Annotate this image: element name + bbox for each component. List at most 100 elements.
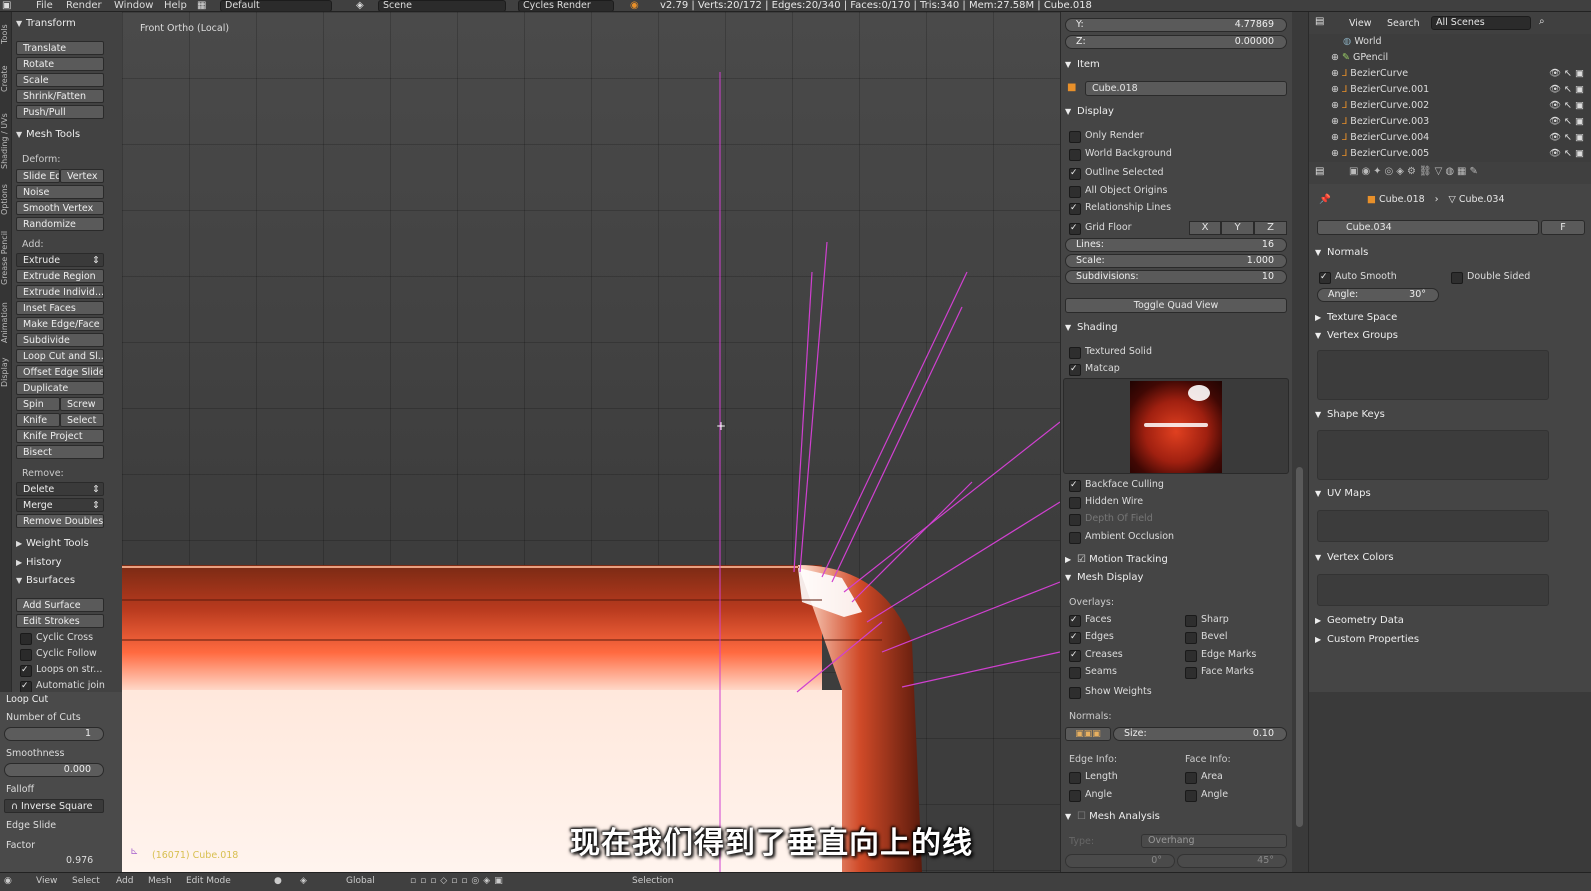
make-edge-face-button[interactable]: Make Edge/Face [16,317,104,331]
menu-view[interactable]: View [36,876,57,886]
select-mode-icons[interactable]: ▫▫▫◇▫▫◎◈▣ [410,876,507,886]
texture-space-header[interactable]: ▶ Texture Space [1315,310,1397,326]
visibility-eye-icon[interactable]: 👁 ↖ ▣ [1549,130,1584,146]
knife-select-button[interactable]: Select [60,413,104,427]
display-header[interactable]: ▼ Display [1065,105,1287,119]
orientation-selector[interactable]: Global [346,876,375,886]
uv-maps-list[interactable] [1317,510,1549,542]
all-object-origins-checkbox[interactable]: All Object Origins [1069,184,1167,198]
noise-button[interactable]: Noise [16,185,104,199]
menu-help[interactable]: Help [164,0,187,11]
tab-create[interactable]: Create [0,56,12,102]
matcap-checkbox[interactable]: Matcap [1069,362,1120,376]
extrude-region-button[interactable]: Extrude Region [16,269,104,283]
motion-tracking-header[interactable]: ▶ ☑ Motion Tracking [1065,553,1287,567]
backface-culling-checkbox[interactable]: Backface Culling [1069,478,1164,492]
location-y-field[interactable]: Y: 4.77869 [1065,18,1287,32]
render-engine-selector[interactable]: Cycles Render [518,0,614,11]
fake-user-button[interactable]: F [1541,220,1585,235]
subdivide-button[interactable]: Subdivide [16,333,104,347]
vertex-colors-header[interactable]: ▼ Vertex Colors [1315,550,1394,566]
expand-plus-icon[interactable]: ⊕ [1331,84,1342,95]
slide-edge-button[interactable]: Slide Ed [16,169,60,183]
double-sided-checkbox[interactable]: Double Sided [1451,270,1530,284]
mesh-name-field[interactable]: Cube.034 [1317,220,1539,235]
falloff-selector[interactable]: ∩ Inverse Square [4,799,104,813]
screw-button[interactable]: Screw [60,397,104,411]
edges-checkbox[interactable]: Edges [1069,630,1114,644]
sidebar-scrollbar[interactable] [1294,12,1306,872]
menu-window[interactable]: Window [114,0,153,11]
scale-button[interactable]: Scale [16,73,104,87]
edit-strokes-button[interactable]: Edit Strokes [16,614,104,628]
toggle-quad-view-button[interactable]: Toggle Quad View [1065,298,1287,313]
outliner-item-beziercurve-002[interactable]: ⊕ ⅃ BezierCurve.002 👁 ↖ ▣ [1309,98,1591,114]
vertex-colors-list[interactable] [1317,574,1549,606]
smooth-vertex-button[interactable]: Smooth Vertex [16,201,104,215]
grid-lines-field[interactable]: Lines: 16 [1065,238,1287,252]
shading-header[interactable]: ▼ Shading [1065,321,1287,335]
ambient-occlusion-checkbox[interactable]: Ambient Occlusion [1069,530,1174,544]
sharp-checkbox[interactable]: Sharp [1185,613,1229,627]
pin-icon[interactable]: 📌 [1319,194,1331,205]
shape-keys-list[interactable] [1317,430,1549,480]
cyclic-cross-checkbox[interactable]: Cyclic Cross [20,631,93,645]
delete-menu[interactable]: Delete ⇕ [16,482,104,496]
grid-subdivisions-field[interactable]: Subdivisions: 10 [1065,270,1287,284]
extrude-menu[interactable]: Extrude ⇕ [16,253,104,267]
selection-label[interactable]: Selection [632,876,673,886]
outliner-item-beziercurve[interactable]: ⊕ ⅃ BezierCurve 👁 ↖ ▣ [1309,66,1591,82]
outliner-item-world[interactable]: ◍ World [1309,34,1591,50]
knife-project-button[interactable]: Knife Project [16,429,104,443]
edge-angle-checkbox[interactable]: Angle [1069,788,1112,802]
editor-type-icon[interactable]: ◉ [4,876,12,886]
edge-marks-checkbox[interactable]: Edge Marks [1185,648,1256,662]
outline-selected-checkbox[interactable]: Outline Selected [1069,166,1164,180]
outliner-item-beziercurve-001[interactable]: ⊕ ⅃ BezierCurve.001 👁 ↖ ▣ [1309,82,1591,98]
pivot-icon[interactable]: ◈ [300,876,307,886]
face-area-checkbox[interactable]: Area [1185,770,1223,784]
menu-select[interactable]: Select [72,876,100,886]
rotate-button[interactable]: Rotate [16,57,104,71]
tab-tools[interactable]: Tools [0,14,12,54]
weight-tools-header[interactable]: ▶ Weight Tools [16,537,116,551]
transform-header[interactable]: ▼ Transform [16,17,116,31]
inset-faces-button[interactable]: Inset Faces [16,301,104,315]
face-marks-checkbox[interactable]: Face Marks [1185,665,1254,679]
axis-z-toggle[interactable]: Z [1254,221,1287,235]
scene-icon[interactable]: ◈ [356,0,364,11]
mesh-display-header[interactable]: ▼ Mesh Display [1065,571,1287,585]
matcap-preview[interactable] [1063,378,1289,474]
faces-checkbox[interactable]: Faces [1069,613,1111,627]
properties-context-icons[interactable]: ▣◉✦◎◈⚙⛓▽◍▦✎ [1349,166,1481,177]
automatic-join-checkbox[interactable]: Automatic join [20,679,105,693]
outliner-search-menu[interactable]: Search [1387,18,1420,29]
outliner-item-beziercurve-005[interactable]: ⊕ ⅃ BezierCurve.005 👁 ↖ ▣ [1309,146,1591,162]
visibility-eye-icon[interactable]: 👁 ↖ ▣ [1549,114,1584,130]
tab-options[interactable]: Options [0,180,12,220]
vertex-groups-list[interactable] [1317,350,1549,400]
custom-properties-header[interactable]: ▶ Custom Properties [1315,632,1419,648]
push-pull-button[interactable]: Push/Pull [16,105,104,119]
smoothness-field[interactable]: 0.000 [4,763,104,777]
textured-solid-checkbox[interactable]: Textured Solid [1069,345,1152,359]
grid-floor-checkbox[interactable]: Grid Floor [1069,221,1132,235]
merge-menu[interactable]: Merge ⇕ [16,498,104,512]
randomize-button[interactable]: Randomize [16,217,104,231]
analysis-min-field[interactable]: 0° [1065,854,1175,868]
creases-checkbox[interactable]: Creases [1069,648,1123,662]
grid-scale-field[interactable]: Scale: 1.000 [1065,254,1287,268]
history-header[interactable]: ▶ History [16,556,116,570]
expand-plus-icon[interactable]: ⊕ [1331,116,1342,127]
breadcrumb-object[interactable]: Cube.018 [1379,194,1425,205]
tab-grease-pencil[interactable]: Grease Pencil [0,222,12,294]
bsurfaces-header[interactable]: ▼ Bsurfaces [16,574,116,588]
world-background-checkbox[interactable]: World Background [1069,147,1172,161]
outliner-item-gpencil[interactable]: ⊕ ✎ GPencil [1309,50,1591,66]
number-of-cuts-field[interactable]: 1 [4,727,104,741]
mesh-analysis-header[interactable]: ▼ ☐ Mesh Analysis [1065,810,1287,824]
relationship-lines-checkbox[interactable]: Relationship Lines [1069,201,1171,215]
analysis-max-field[interactable]: 45° [1177,854,1287,868]
cyclic-follow-checkbox[interactable]: Cyclic Follow [20,647,97,661]
vertex-groups-header[interactable]: ▼ Vertex Groups [1315,328,1398,344]
